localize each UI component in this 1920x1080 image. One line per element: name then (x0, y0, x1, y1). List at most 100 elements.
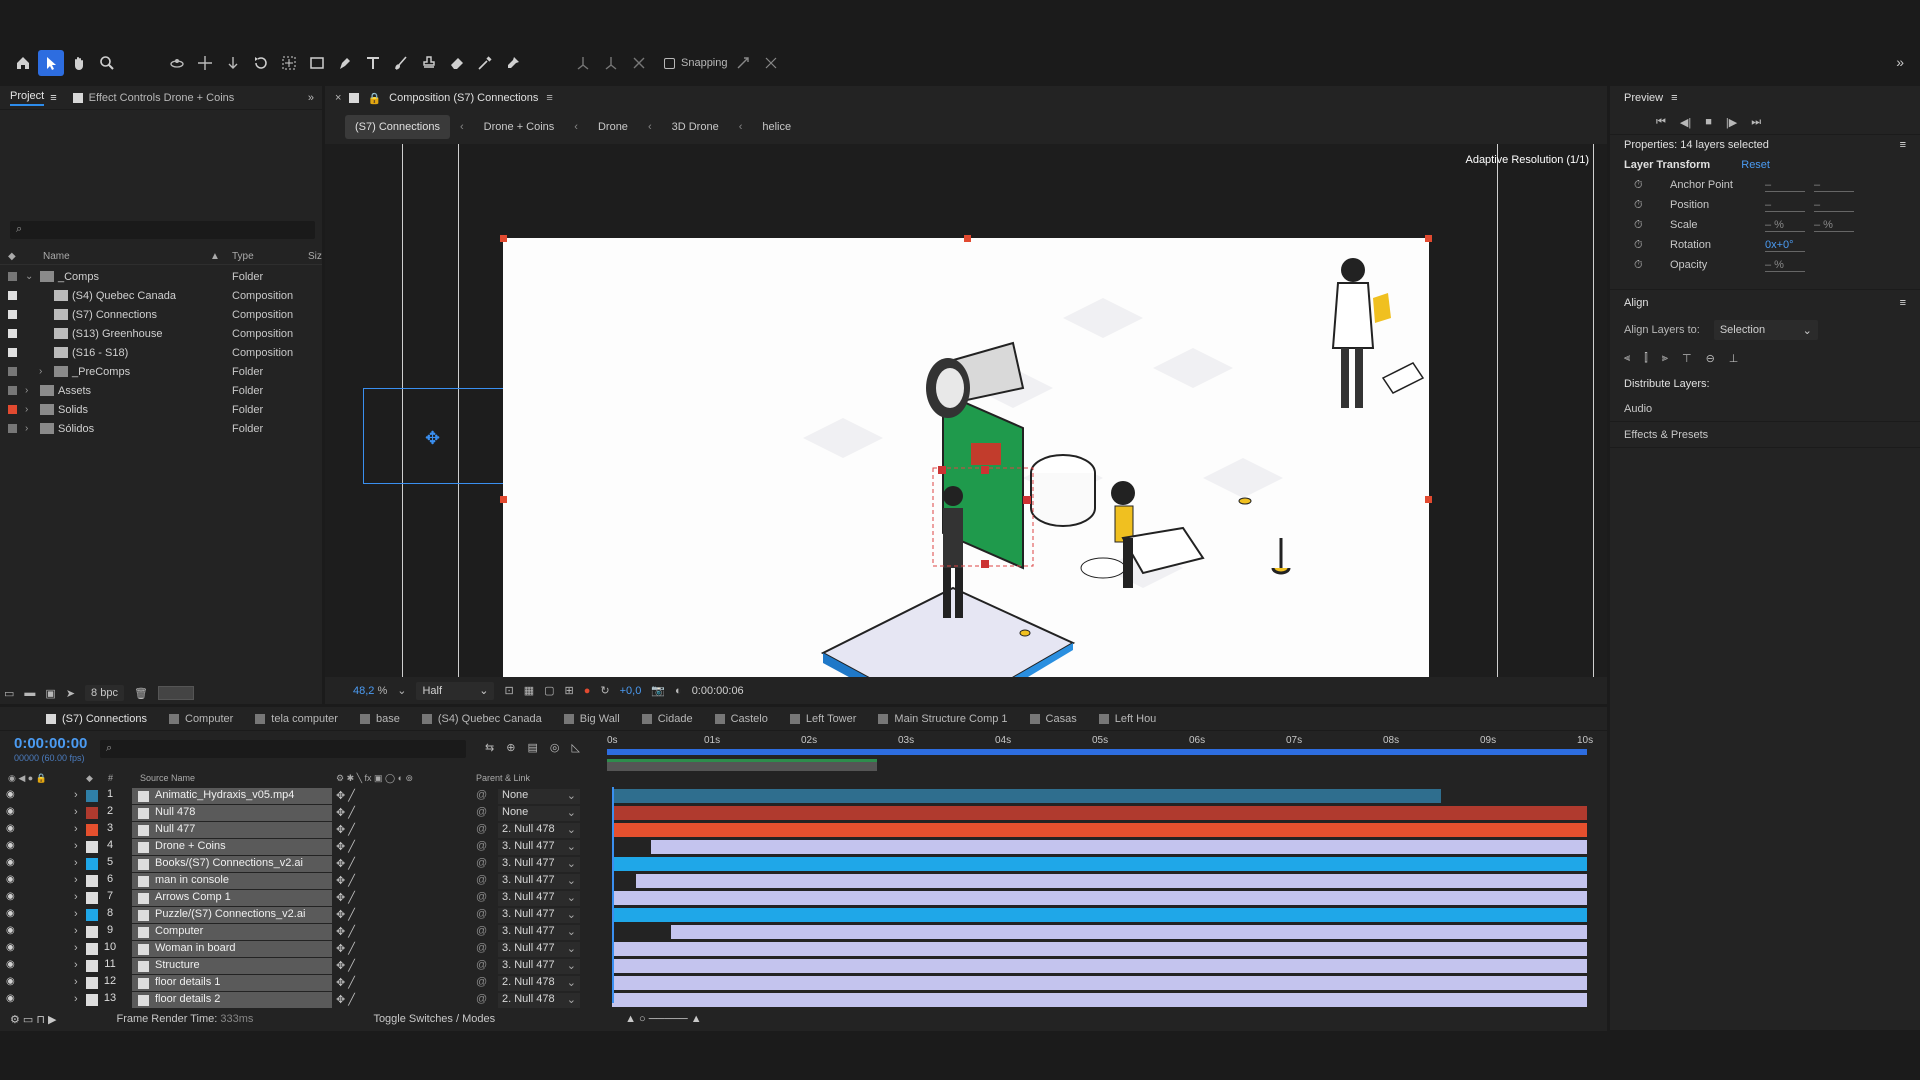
layer-duration-bar[interactable] (612, 806, 1587, 820)
parent-select[interactable]: 2. Null 478 ⌄ (498, 823, 580, 838)
snapping-toggle[interactable]: Snapping (664, 57, 728, 69)
pickwhip-icon[interactable]: @ (476, 874, 487, 886)
pen-tool-icon[interactable] (332, 50, 358, 76)
layer-duration-bar[interactable] (612, 857, 1587, 871)
eye-icon[interactable]: ◉ (6, 908, 15, 919)
project-item[interactable]: (S16 - S18) Composition (0, 343, 322, 362)
layer-row[interactable]: ◉ › 9 Computer ✥ ╱ @3. Null 477 ⌄ (0, 924, 600, 941)
lock-icon[interactable]: 🔒 (367, 92, 381, 105)
timeline-timecode[interactable]: 0:00:00:00 (14, 735, 87, 752)
exposure-value[interactable]: +0,0 (620, 685, 642, 697)
timeline-tab[interactable]: (S7) Connections (46, 713, 147, 725)
time-ruler[interactable]: 0s 01s 02s 03s 04s 05s 06s 07s 08s 09s 10s (607, 735, 1593, 771)
property-value-1[interactable]: – (1765, 179, 1805, 192)
layer-switches[interactable]: ✥ ╱ (336, 857, 355, 870)
transparency-grid-icon[interactable]: ▦ (524, 684, 534, 697)
chevron-right-icon[interactable]: › (74, 789, 78, 801)
parent-select[interactable]: 3. Null 477 ⌄ (498, 874, 580, 889)
panel-menu-icon[interactable]: ≡ (50, 92, 56, 104)
eraser-icon[interactable] (444, 50, 470, 76)
timeline-search-input[interactable]: ⌕ (100, 740, 466, 758)
pickwhip-icon[interactable]: @ (476, 993, 487, 1005)
comp-buttons-icon[interactable]: ⚙ ▭ ⊓ ▶ (10, 1013, 56, 1026)
layer-row[interactable]: ◉ › 11 Structure ✥ ╱ @3. Null 477 ⌄ (0, 958, 600, 975)
layer-row[interactable]: ◉ › 3 Null 477 ✥ ╱ @2. Null 478 ⌄ (0, 822, 600, 839)
chevron-right-icon[interactable]: › (25, 404, 28, 415)
label-color-swatch[interactable] (8, 348, 17, 357)
label-color-swatch[interactable] (86, 892, 98, 904)
parent-select[interactable]: 3. Null 477 ⌄ (498, 925, 580, 940)
chevron-right-icon[interactable]: › (74, 823, 78, 835)
align-left-icon[interactable]: ⫷ (1624, 352, 1630, 365)
layer-name[interactable]: Structure (155, 959, 200, 971)
pan-behind-tool-icon[interactable] (276, 50, 302, 76)
layer-row[interactable]: ◉ › 2 Null 478 ✥ ╱ @ None ⌄ (0, 805, 600, 822)
stopwatch-icon[interactable]: ⏱ (1634, 179, 1643, 192)
current-time-display[interactable]: 0:00:00:06 (692, 685, 744, 697)
mask-visibility-icon[interactable]: ▢ (544, 684, 554, 697)
chevron-right-icon[interactable]: › (74, 908, 78, 920)
layer-duration-bar[interactable] (651, 840, 1587, 854)
rotate-tool-icon[interactable] (248, 50, 274, 76)
chevron-right-icon[interactable]: › (25, 385, 28, 396)
chevron-right-icon[interactable]: › (74, 806, 78, 818)
timeline-tab[interactable]: Left Hou (1098, 713, 1156, 725)
axis-view-icon[interactable] (626, 50, 652, 76)
layer-row[interactable]: ◉ › 4 Drone + Coins ✥ ╱ @3. Null 477 ⌄ (0, 839, 600, 856)
stopwatch-icon[interactable]: ⏱ (1634, 199, 1643, 212)
layer-name[interactable]: Woman in board (155, 942, 236, 954)
eye-icon[interactable]: ◉ (6, 789, 15, 800)
label-color-swatch[interactable] (8, 272, 17, 281)
stopwatch-icon[interactable]: ⏱ (1634, 239, 1643, 252)
snap-feature-icon[interactable] (758, 50, 784, 76)
roto-brush-icon[interactable] (472, 50, 498, 76)
pickwhip-icon[interactable]: @ (476, 959, 487, 971)
last-frame-icon[interactable]: ⏭ (1751, 116, 1761, 129)
chevron-right-icon[interactable]: › (74, 942, 78, 954)
rectangle-tool-icon[interactable] (304, 50, 330, 76)
stop-icon[interactable]: ■ (1705, 116, 1712, 128)
transform-handle[interactable] (500, 235, 507, 242)
layer-switches[interactable]: ✥ ╱ (336, 806, 355, 819)
tab-effect-controls[interactable]: Effect Controls Drone + Coins (72, 92, 234, 104)
transform-handle[interactable] (964, 235, 971, 242)
layer-switches[interactable]: ✥ ╱ (336, 942, 355, 955)
label-color-swatch[interactable] (86, 960, 98, 972)
parent-select[interactable]: None ⌄ (498, 789, 580, 804)
project-item[interactable]: (S4) Quebec Canada Composition (0, 286, 322, 305)
first-frame-icon[interactable]: ⏮ (1656, 116, 1666, 129)
layer-name[interactable]: Puzzle/(S7) Connections_v2.ai (155, 908, 305, 920)
new-folder-icon[interactable]: ▬ (24, 687, 35, 699)
align-to-select[interactable]: Selection ⌄ (1713, 320, 1818, 340)
interpret-footage-icon[interactable]: ▭ (4, 687, 14, 700)
graph-editor-icon[interactable]: ◺ (571, 741, 579, 754)
panel-menu-icon[interactable]: ≡ (1900, 139, 1906, 151)
panel-overflow-icon[interactable]: » (308, 92, 314, 104)
pickwhip-icon[interactable]: @ (476, 925, 487, 937)
reset-exposure-icon[interactable]: ↻ (600, 684, 609, 697)
prev-frame-icon[interactable]: ◀| (1680, 116, 1691, 129)
layer-name[interactable]: Drone + Coins (155, 840, 226, 852)
layer-duration-bar[interactable] (612, 993, 1587, 1007)
parent-link-header[interactable]: Parent & Link (476, 773, 530, 783)
project-item[interactable]: (S7) Connections Composition (0, 305, 322, 324)
pickwhip-icon[interactable]: @ (476, 976, 487, 988)
project-item[interactable]: ⌄ _Comps Folder (0, 267, 322, 286)
chevron-right-icon[interactable]: › (74, 959, 78, 971)
layer-switches[interactable]: ✥ ╱ (336, 993, 355, 1006)
property-value-2[interactable]: – % (1814, 219, 1854, 232)
motion-blur-icon[interactable]: ◎ (550, 741, 560, 754)
eye-icon[interactable]: ◉ (6, 840, 15, 851)
timeline-tab[interactable]: base (359, 713, 400, 725)
tab-project[interactable]: Project ≡ (10, 90, 57, 106)
snapshot-icon[interactable]: 📷 (651, 684, 665, 697)
transform-handle[interactable] (1425, 496, 1432, 503)
draft-3d-icon[interactable]: ⊕ (506, 741, 515, 754)
layer-duration-bar[interactable] (612, 959, 1587, 973)
work-area-bar[interactable] (607, 749, 1587, 755)
pickwhip-icon[interactable]: @ (476, 840, 487, 852)
effects-presets-link[interactable]: Effects & Presets (1610, 422, 1920, 448)
region-of-interest-icon[interactable]: ⊡ (504, 684, 513, 697)
layer-row[interactable]: ◉ › 1 Animatic_Hydraxis_v05.mp4 ✥ ╱ @ None ⌄ (0, 788, 600, 805)
zoom-value[interactable]: 48,2 % (353, 685, 387, 697)
